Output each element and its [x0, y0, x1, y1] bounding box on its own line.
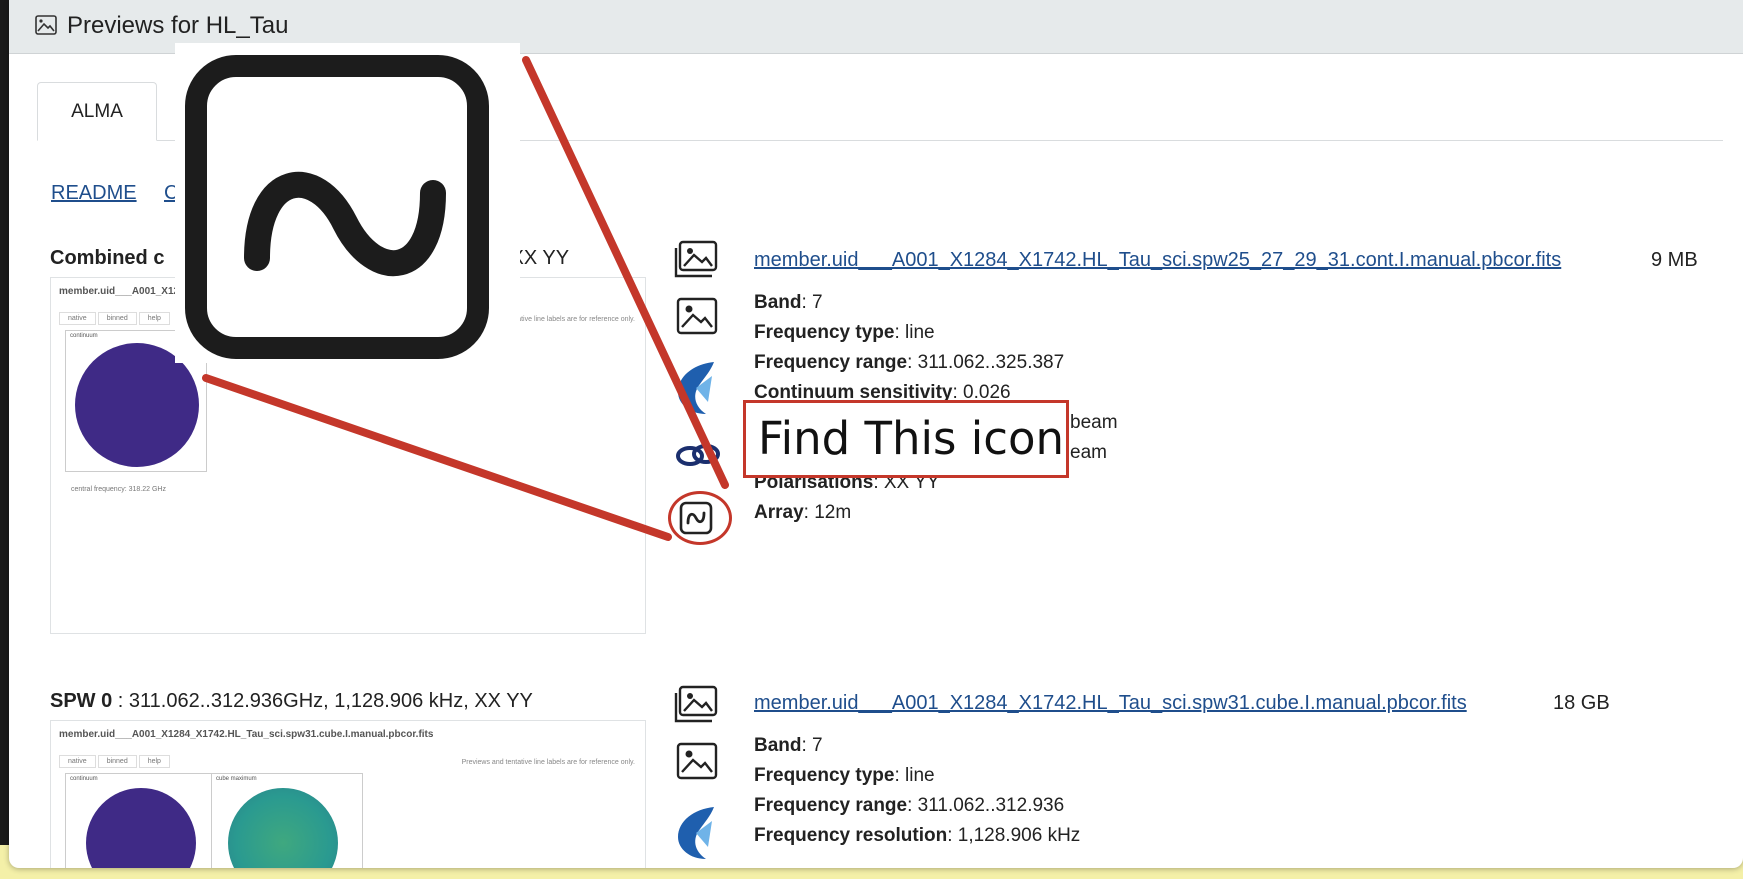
callout-label: Find This icon	[743, 400, 1069, 478]
target-highlight-ring	[668, 491, 732, 545]
